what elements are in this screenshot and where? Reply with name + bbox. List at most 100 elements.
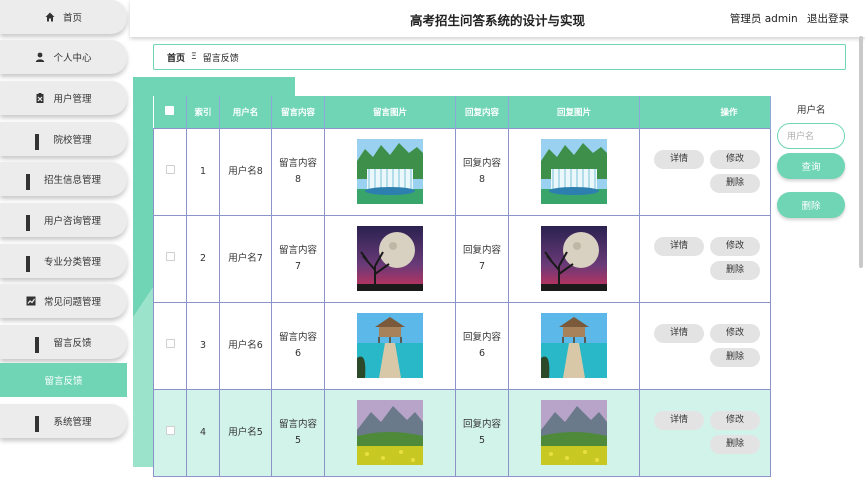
cell-reply: 回复内容 6: [455, 301, 509, 390]
sidebar-subitem-feedback[interactable]: 留言反馈: [0, 363, 127, 397]
table-row: 3 用户名6 留言内容 6 回复内容 6 详情 修改 删除: [153, 301, 771, 390]
sidebar-item-colleges[interactable]: 院校管理: [0, 122, 127, 156]
sidebar-item-label: 院校管理: [53, 135, 92, 146]
breadcrumb-current: 留言反馈: [202, 53, 239, 64]
column-header: 回复内容: [455, 96, 509, 128]
grid-icon: [35, 337, 45, 353]
cell-username: 用户名5: [219, 388, 272, 477]
cell-message-image: [324, 214, 456, 303]
cell-message: 留言内容 8: [271, 127, 325, 216]
delete-button[interactable]: 删除: [710, 434, 760, 454]
grid-icon: [25, 174, 36, 190]
sidebar-item-label: 用户管理: [53, 94, 92, 105]
cell-username: 用户名7: [219, 214, 272, 303]
waterfall-image: [541, 139, 607, 204]
beach-hut-image: [541, 313, 607, 378]
cell-reply: 回复内容 8: [455, 127, 509, 216]
sidebar-item-label: 用户咨询管理: [43, 216, 101, 227]
cell-message-image: [324, 301, 456, 390]
beach-hut-image: [357, 313, 423, 378]
sidebar-item-label: 常见问题管理: [43, 297, 101, 308]
row-checkbox[interactable]: [165, 338, 175, 348]
cell-reply: 回复内容 7: [455, 214, 509, 303]
table-header-row: 索引 用户名 留言内容 留言图片 回复内容 回复图片 操作: [153, 96, 771, 128]
cell-reply-image: [508, 214, 640, 303]
sidebar-item-faq[interactable]: 常见问题管理: [0, 284, 127, 318]
cell-username: 用户名8: [219, 127, 272, 216]
sidebar-item-label: 留言反馈: [44, 376, 83, 387]
column-header: 留言图片: [324, 96, 456, 128]
cell-actions: 详情 修改 删除: [639, 388, 771, 477]
waterfall-image: [357, 139, 423, 204]
column-header: 回复图片: [508, 96, 640, 128]
breadcrumb-separator-icon: Ξ: [191, 52, 197, 62]
feedback-table: 索引 用户名 留言内容 留言图片 回复内容 回复图片 操作 1 用户名8 留言内…: [153, 96, 771, 477]
table-row: 1 用户名8 留言内容 8 回复内容 8 详情 修改 删除: [153, 127, 771, 216]
detail-button[interactable]: 详情: [654, 323, 704, 343]
column-header: 用户名: [219, 96, 272, 128]
cell-reply-image: [508, 388, 640, 477]
cell-message-image: [324, 127, 456, 216]
sidebar-item-feedback[interactable]: 留言反馈: [0, 325, 127, 359]
moon-tree-image: [357, 226, 423, 291]
sidebar-item-label: 留言反馈: [53, 338, 92, 349]
chart-icon: [26, 296, 36, 306]
sidebar: 首页 个人中心 用户管理 院校管理 招生信息管理 用户咨询管理 专业分类管理 常…: [0, 0, 130, 467]
username-search-input[interactable]: [777, 123, 845, 149]
cell-message: 留言内容 6: [271, 301, 325, 390]
sidebar-item-users[interactable]: 用户管理: [0, 81, 127, 115]
table-row: 4 用户名5 留言内容 5 回复内容 5 详情 修改 删除: [153, 388, 771, 477]
sidebar-item-label: 系统管理: [53, 417, 92, 428]
cell-reply-image: [508, 127, 640, 216]
cell-index: 1: [186, 127, 220, 216]
grid-icon: [25, 215, 36, 231]
detail-button[interactable]: 详情: [654, 149, 704, 169]
vertical-scrollbar[interactable]: [859, 36, 863, 268]
sidebar-item-profile[interactable]: 个人中心: [0, 40, 127, 74]
query-button[interactable]: 查询: [777, 153, 845, 179]
clipboard-icon: [35, 93, 45, 103]
edit-button[interactable]: 修改: [710, 410, 760, 430]
cell-message-image: [324, 388, 456, 477]
row-checkbox[interactable]: [165, 251, 175, 261]
select-all-checkbox[interactable]: [153, 96, 187, 128]
sidebar-item-label: 招生信息管理: [43, 175, 101, 186]
cell-username: 用户名6: [219, 301, 272, 390]
sidebar-item-system[interactable]: 系统管理: [0, 404, 127, 438]
detail-button[interactable]: 详情: [654, 410, 704, 430]
sidebar-item-label: 个人中心: [53, 53, 92, 64]
user-area: 管理员 admin 退出登录: [724, 11, 849, 26]
detail-button[interactable]: 详情: [654, 236, 704, 256]
grid-icon: [35, 134, 45, 150]
edit-button[interactable]: 修改: [710, 149, 760, 169]
row-checkbox[interactable]: [165, 425, 175, 435]
delete-button[interactable]: 删除: [710, 260, 760, 280]
sidebar-item-admissions[interactable]: 招生信息管理: [0, 162, 127, 196]
top-header: 高考招生问答系统的设计与实现 管理员 admin 退出登录: [130, 0, 865, 37]
grid-icon: [35, 416, 45, 432]
edit-button[interactable]: 修改: [710, 236, 760, 256]
cell-reply: 回复内容 5: [455, 388, 509, 477]
sidebar-item-home[interactable]: 首页: [0, 0, 127, 34]
cell-message: 留言内容 7: [271, 214, 325, 303]
mountain-flowers-image: [357, 400, 423, 465]
logout-link[interactable]: 退出登录: [807, 13, 849, 25]
edit-button[interactable]: 修改: [710, 323, 760, 343]
cell-index: 3: [186, 301, 220, 390]
mountain-flowers-image: [541, 400, 607, 465]
cell-actions: 详情 修改 删除: [639, 127, 771, 216]
batch-delete-button[interactable]: 删除: [777, 192, 845, 218]
delete-button[interactable]: 删除: [710, 347, 760, 367]
sidebar-item-consultations[interactable]: 用户咨询管理: [0, 203, 127, 237]
column-header: 索引: [186, 96, 220, 128]
column-header: 留言内容: [271, 96, 325, 128]
delete-button[interactable]: 删除: [710, 173, 760, 193]
breadcrumb-home[interactable]: 首页: [167, 51, 185, 64]
sidebar-item-majors[interactable]: 专业分类管理: [0, 244, 127, 278]
column-header: 操作: [639, 96, 771, 128]
user-icon: [35, 52, 45, 62]
cell-index: 2: [186, 214, 220, 303]
grid-icon: [25, 256, 36, 272]
table-row: 2 用户名7 留言内容 7 回复内容 7 详情 修改 删除: [153, 214, 771, 303]
row-checkbox[interactable]: [165, 164, 175, 174]
